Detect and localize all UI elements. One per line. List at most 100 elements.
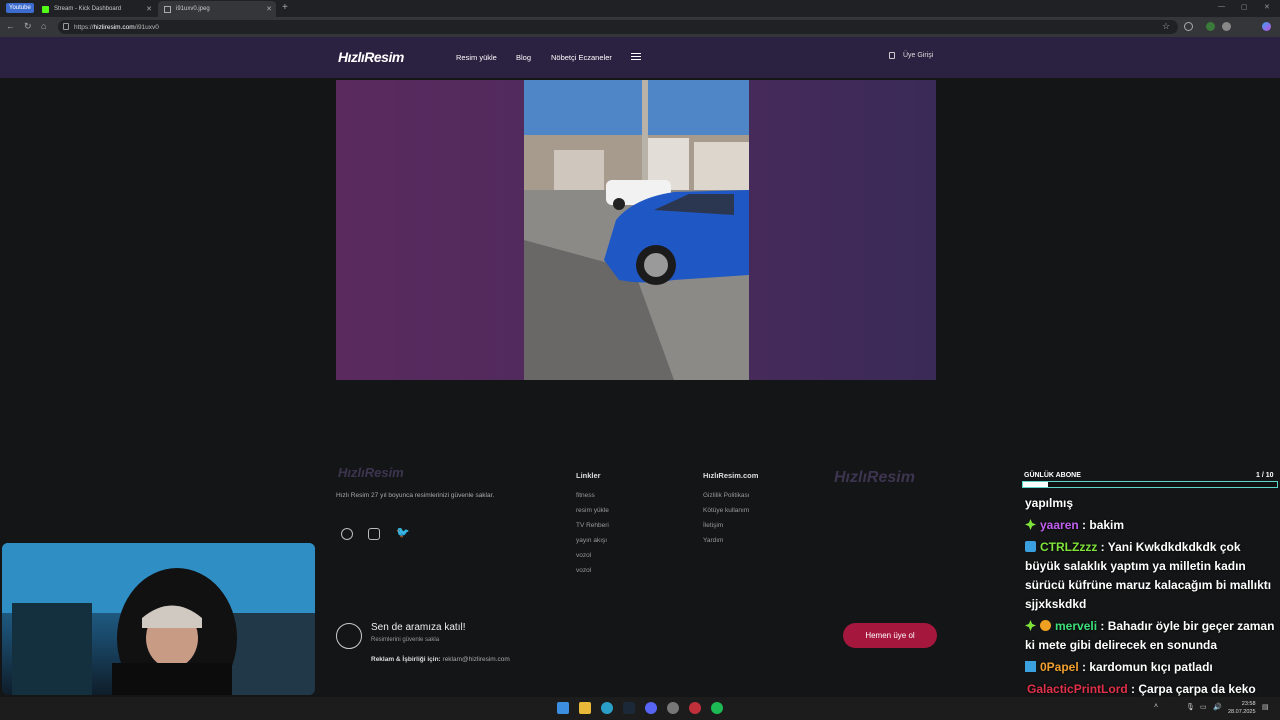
footer-description: Hızlı Resim 27 yıl boyunca resimlerinizi… [336,492,495,499]
lock-icon [63,23,69,30]
tab-label: Stream - Kick Dashboard [54,6,122,12]
clock-date: 28.07.2025 [1228,709,1256,715]
tab-label: i91uxv0.jpeg [176,6,210,12]
browser-tab-bar: Youtube Stream - Kick Dashboard ✕ i91uxv… [0,0,1280,17]
lock-icon [889,52,895,59]
steam-icon[interactable] [623,702,635,714]
url-input[interactable]: https://hizliresim.com/i91uxv0 [58,20,1178,34]
clock-time: 23:58 [1241,701,1256,707]
close-window-icon[interactable]: ✕ [1264,3,1270,11]
url-domain: hizliresim.com [93,23,135,31]
chat-text: : kardomun kıçı patladı [1078,660,1213,674]
close-tab-icon[interactable]: ✕ [146,5,152,13]
links-title: Linkler [576,471,601,480]
start-icon[interactable] [557,702,569,714]
chat-message: merveli : Bahadır öyle bir geçer zaman k… [1025,617,1277,655]
microphone-icon[interactable]: 🎙 [1186,703,1195,711]
hamburger-menu-icon[interactable] [631,53,641,60]
app-icon[interactable] [689,702,701,714]
footer-link-privacy[interactable]: Gizlilik Politikası [703,492,750,499]
nav-blog[interactable]: Blog [516,53,531,62]
tab-image[interactable]: i91uxv0.jpeg ✕ [158,1,276,17]
edge-icon[interactable] [601,702,613,714]
login-link[interactable]: Üye Girişi [889,52,933,59]
community-icon [336,623,362,649]
network-icon[interactable]: ▭ [1200,703,1207,711]
url-path: /i91uxv0 [134,23,159,31]
footer-link-help[interactable]: Yardım [703,537,723,544]
footer-link-contact[interactable]: İletişim [703,522,723,529]
back-icon[interactable]: ← [6,21,15,31]
new-tab-icon[interactable]: + [282,2,288,13]
tray-chevron-icon[interactable]: ˄ [1154,703,1158,710]
home-icon[interactable]: ⌂ [41,21,46,31]
image-viewer [336,80,936,380]
app-icon[interactable] [667,702,679,714]
spotify-icon[interactable] [711,702,723,714]
file-explorer-icon[interactable] [579,702,591,714]
footer-link-vozol[interactable]: vozol [576,567,591,574]
daily-sub-label: GÜNLÜK ABONE [1024,472,1081,479]
badge-icon [1025,541,1036,552]
maximize-icon[interactable]: ▢ [1241,3,1248,11]
chat-text: : bakim [1078,518,1125,532]
tab-kick-dashboard[interactable]: Stream - Kick Dashboard ✕ [36,1,156,17]
kick-favicon-icon [42,5,49,13]
discord-icon[interactable] [645,702,657,714]
footer-link-tv-guide[interactable]: TV Rehberi [576,522,609,529]
badge-icon [1025,519,1036,530]
copilot-icon[interactable] [1262,22,1271,31]
chat-username: yaaren [1040,518,1079,532]
chat-username: 0Papel [1040,660,1079,674]
windows-taskbar: ˄ 🎙 ▭ 🔊 23:58 28.07.2025 ▤ [0,697,1280,720]
browser-address-bar: ← ↻ ⌂ https://hizliresim.com/i91uxv0 ☆ [0,17,1280,37]
bookmark-star-icon[interactable]: ☆ [1162,21,1170,32]
chat-text: yapılmış [1025,496,1074,510]
footer-logo-large: HızlıResim [834,469,915,486]
youtube-tab-group-badge[interactable]: Youtube [6,3,34,13]
twitter-icon[interactable]: 🐦 [396,526,410,539]
signup-button[interactable]: Hemen üye ol [843,623,937,648]
nav-pharmacies[interactable]: Nöbetçi Eczaneler [551,53,612,62]
footer-link-upload[interactable]: resim yükle [576,507,609,514]
close-tab-icon[interactable]: ✕ [266,5,272,13]
notification-icon[interactable]: ▤ [1262,703,1269,711]
chat-message: CTRLZzzz : Yani Kwkdkdkdkdk çok büyük sa… [1025,538,1277,614]
instagram-icon[interactable] [368,528,380,540]
footer-link-schedule[interactable]: yayın akışı [576,537,607,544]
join-subtitle: Resimlerini güvenle sakla [371,637,440,643]
chat-message: yaaren : bakim [1025,516,1277,535]
extension-icon[interactable] [1184,22,1193,31]
footer-link-abuse[interactable]: Kötüye kullanım [703,507,749,514]
footer-logo[interactable]: HızlıResim [338,465,404,480]
chat-username: GalacticPrintLord [1027,682,1128,696]
profile-avatar-icon[interactable] [1222,22,1231,31]
webcam-overlay [2,543,315,695]
volume-icon[interactable]: 🔊 [1213,703,1222,711]
footer-link-fitness[interactable]: fitness [576,492,595,499]
ads-label: Reklam & İşbirliği için: [371,656,441,663]
badge-icon [1025,661,1036,672]
ads-contact: Reklam & İşbirliği için: reklam@hizlires… [371,656,510,663]
chat-username: CTRLZzzz [1040,540,1098,554]
reload-icon[interactable]: ↻ [24,21,32,32]
badge-icon [1025,620,1036,631]
ads-email[interactable]: reklam@hizliresim.com [443,656,510,663]
footer-link-vozol[interactable]: vozol [576,552,591,559]
site-logo[interactable]: HızlıResim [338,49,404,65]
minimize-icon[interactable]: — [1218,3,1225,10]
sub-progress-bar [1022,481,1278,488]
nav-upload-image[interactable]: Resim yükle [456,53,497,62]
whatsapp-icon[interactable] [341,528,353,540]
chat-message: yapılmış [1025,494,1277,513]
site-header: HızlıResim Resim yükle Blog Nöbetçi Ecza… [0,37,1280,78]
sub-progress-fill [1023,482,1049,487]
chat-username: merveli [1055,619,1098,633]
extension-icon[interactable] [1206,22,1215,31]
url-prefix: https:// [74,23,94,31]
site-links-title: HızlıResim.com [703,471,759,480]
login-label: Üye Girişi [903,52,934,59]
uploaded-photo[interactable] [524,80,749,380]
system-clock[interactable]: 23:58 28.07.2025 [1228,700,1256,716]
join-title: Sen de aramıza katıl! [371,622,466,633]
